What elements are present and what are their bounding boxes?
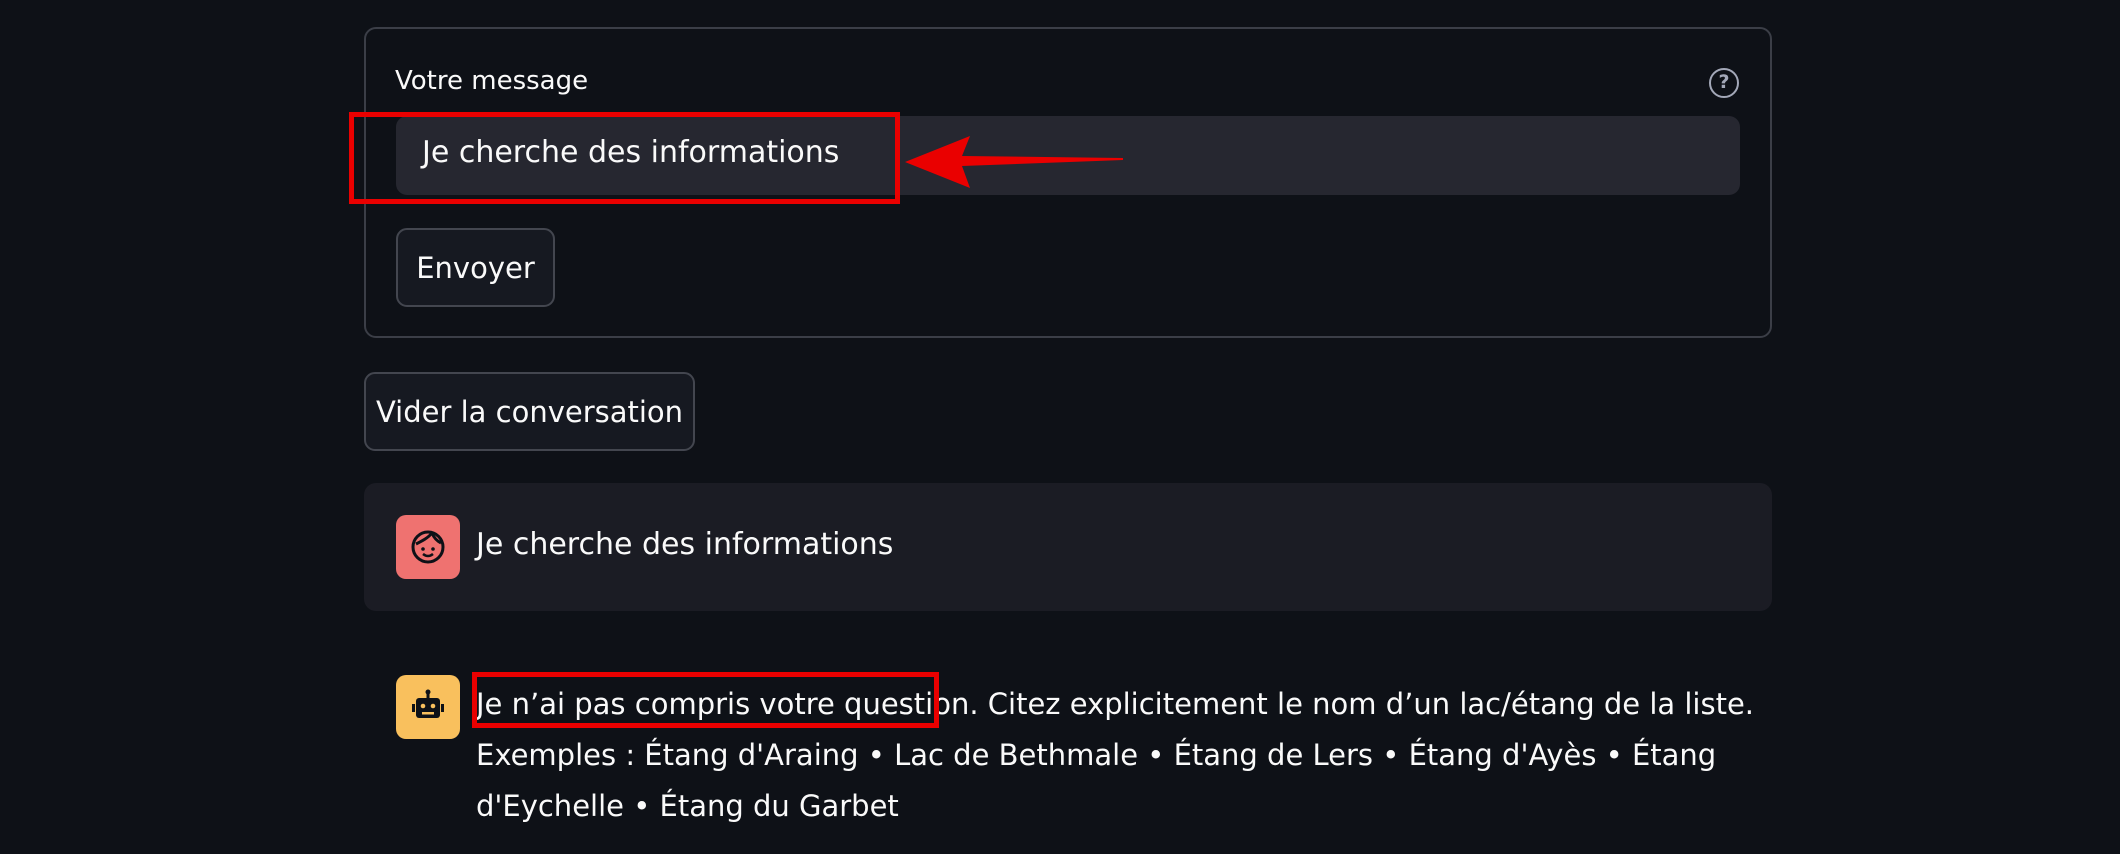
send-button[interactable]: Envoyer [396,228,555,307]
annotation-box-input [349,112,900,204]
clear-conversation-button[interactable]: Vider la conversation [364,372,695,451]
smiling-face-icon [411,530,445,564]
left-arrow-icon [905,136,1123,188]
user-message-text: Je cherche des informations [476,527,894,562]
annotation-box-bot-reply [472,672,939,728]
message-input-label: Votre message [395,66,589,96]
bot-avatar [396,675,460,739]
help-icon[interactable]: ? [1709,68,1739,98]
user-avatar [396,515,460,579]
robot-icon [412,689,444,718]
